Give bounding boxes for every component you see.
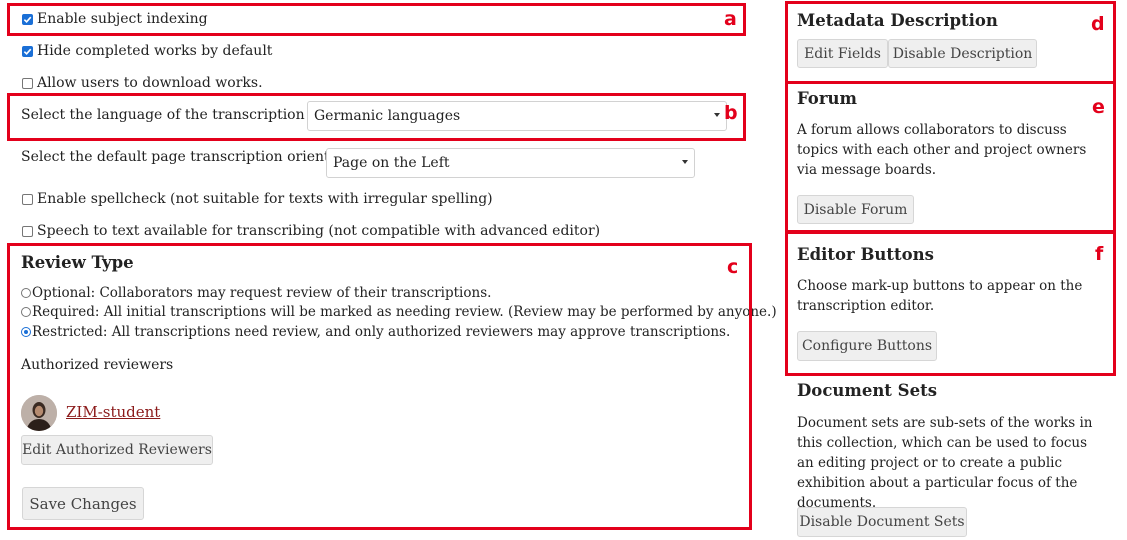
hide-completed-checkbox[interactable] (22, 45, 33, 57)
hide-completed-label: Hide completed works by default (37, 43, 273, 59)
speech-to-text-checkbox[interactable] (22, 225, 33, 237)
orientation-select-value: Page on the Left (333, 155, 450, 171)
check-icon (23, 48, 32, 55)
allow-download-row: Allow users to download works. (22, 75, 263, 91)
spellcheck-label: Enable spellcheck (not suitable for text… (37, 191, 493, 207)
orientation-select[interactable]: Page on the Left (326, 148, 695, 178)
allow-download-label: Allow users to download works. (37, 75, 263, 91)
allow-download-checkbox[interactable] (22, 77, 33, 89)
annotation-box-b (7, 93, 746, 141)
annotation-label-d: d (1091, 13, 1105, 35)
document-sets-heading: Document Sets (797, 381, 938, 400)
hide-completed-row: Hide completed works by default (22, 43, 272, 59)
annotation-label-b: b (724, 102, 738, 124)
speech-to-text-row: Speech to text available for transcribin… (22, 223, 600, 239)
annotation-label-c: c (727, 256, 739, 278)
annotation-label-a: a (724, 8, 737, 30)
speech-to-text-label: Speech to text available for transcribin… (37, 223, 601, 239)
annotation-box-d (785, 1, 1116, 84)
chevron-down-icon (682, 160, 688, 164)
orientation-label: Select the default page transcription or… (21, 149, 366, 165)
annotation-box-a (7, 3, 746, 36)
annotation-label-f: f (1095, 243, 1104, 265)
annotation-box-e (785, 81, 1116, 233)
spellcheck-row: Enable spellcheck (not suitable for text… (22, 191, 493, 207)
spellcheck-checkbox[interactable] (22, 193, 33, 205)
annotation-box-f (785, 231, 1116, 376)
annotation-label-e: e (1092, 96, 1105, 118)
annotation-box-c (7, 243, 752, 530)
disable-document-sets-button[interactable]: Disable Document Sets (797, 507, 967, 537)
document-sets-description: Document sets are sub-sets of the works … (797, 415, 1093, 511)
